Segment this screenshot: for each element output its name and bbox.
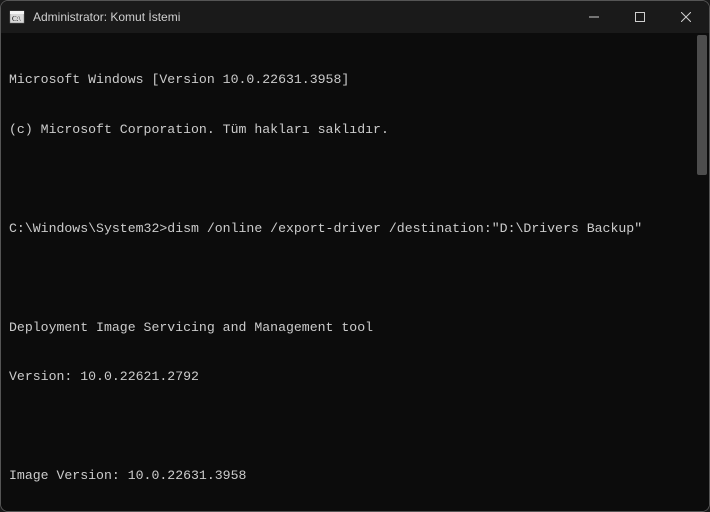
close-button[interactable]: [663, 1, 709, 33]
command: dism /online /export-driver /destination…: [167, 221, 642, 236]
prompt: C:\Windows\System32>: [9, 221, 167, 236]
minimize-button[interactable]: [571, 1, 617, 33]
output-blank: [9, 419, 701, 436]
output-blank: [9, 171, 701, 188]
maximize-button[interactable]: [617, 1, 663, 33]
output-line: Image Version: 10.0.22631.3958: [9, 468, 701, 485]
titlebar[interactable]: C:\ Administrator: Komut İstemi: [1, 1, 709, 33]
output-line: (c) Microsoft Corporation. Tüm hakları s…: [9, 122, 701, 139]
window-title: Administrator: Komut İstemi: [33, 10, 571, 24]
svg-text:C:\: C:\: [12, 15, 21, 23]
scrollbar-track[interactable]: [695, 33, 709, 511]
cmd-icon: C:\: [9, 9, 25, 25]
output-line: Version: 10.0.22621.2792: [9, 369, 701, 386]
scrollbar-thumb[interactable]: [697, 35, 707, 175]
window-controls: [571, 1, 709, 33]
terminal-output[interactable]: Microsoft Windows [Version 10.0.22631.39…: [1, 33, 709, 511]
prompt-line: C:\Windows\System32>dism /online /export…: [9, 221, 701, 238]
output-line: Deployment Image Servicing and Managemen…: [9, 320, 701, 337]
output-blank: [9, 270, 701, 287]
output-line: Microsoft Windows [Version 10.0.22631.39…: [9, 72, 701, 89]
terminal-window: C:\ Administrator: Komut İstemi Microsof…: [0, 0, 710, 512]
